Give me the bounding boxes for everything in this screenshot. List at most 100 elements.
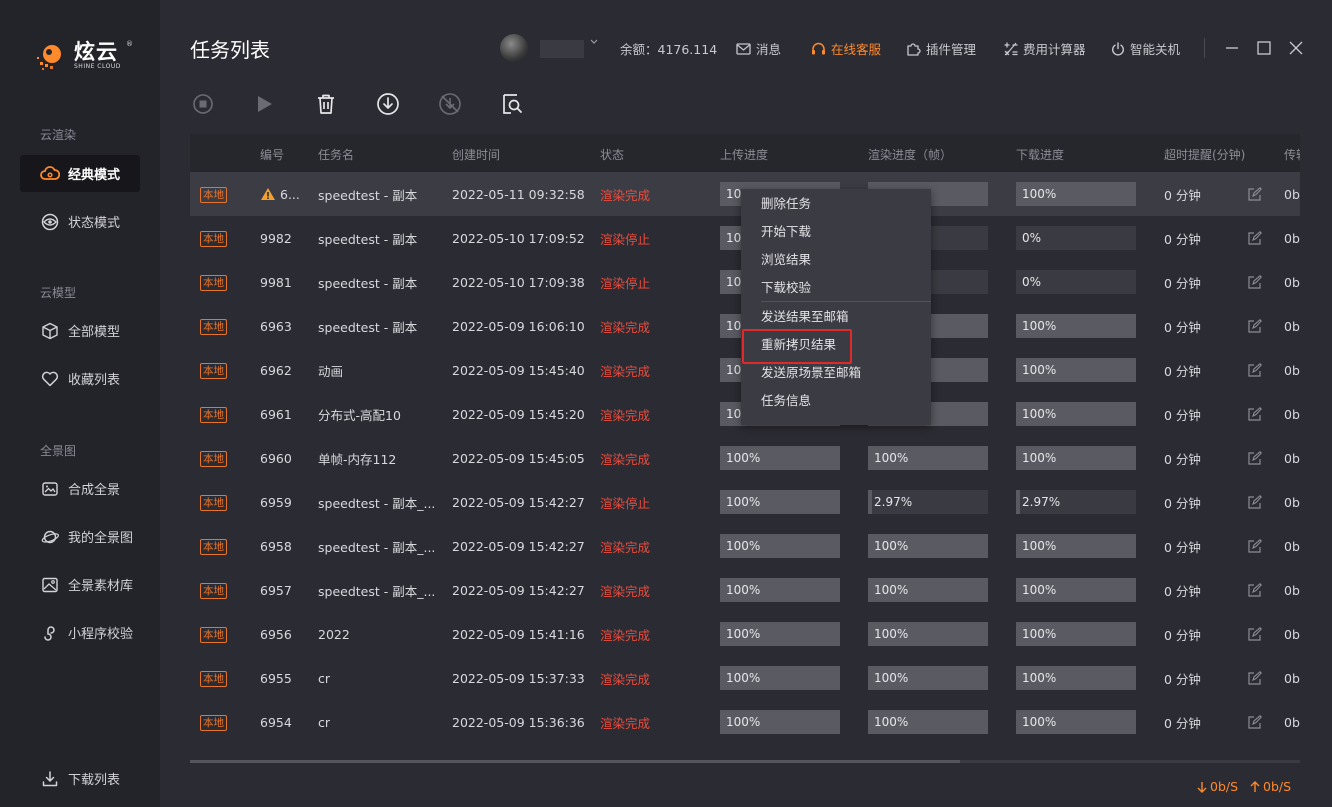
- timeout-value: 0 分钟: [1164, 187, 1201, 203]
- avatar[interactable]: [500, 34, 528, 62]
- online-service-button[interactable]: 在线客服: [811, 39, 881, 58]
- maximize-button[interactable]: [1254, 38, 1274, 58]
- sidebar-item-label: 经典模式: [68, 168, 121, 183]
- sidebar-item-favorites[interactable]: 收藏列表: [20, 360, 140, 397]
- column-header-created[interactable]: 创建时间: [452, 146, 500, 163]
- smart-shutdown-button[interactable]: 智能关机: [1111, 39, 1180, 58]
- edit-icon[interactable]: [1248, 539, 1262, 553]
- column-header-timeout[interactable]: 超时提醒(分钟): [1164, 146, 1245, 163]
- download-progress-label: 2.97%: [1022, 495, 1061, 509]
- download-circle-icon: [376, 92, 400, 116]
- task-name: speedtest - 副本_...: [318, 495, 436, 511]
- download-button[interactable]: [376, 92, 400, 116]
- upload-speed: 0b/S: [1250, 779, 1291, 794]
- sidebar-item-download-list[interactable]: 下载列表: [20, 760, 140, 797]
- menu-item-download-verify[interactable]: 下载校验: [761, 278, 811, 298]
- local-badge: 本地: [200, 407, 227, 423]
- edit-icon[interactable]: [1248, 671, 1262, 685]
- stop-download-button[interactable]: [438, 92, 462, 116]
- horizontal-scrollbar[interactable]: [190, 760, 1300, 763]
- scrollbar-thumb[interactable]: [190, 760, 960, 763]
- sidebar-item-my-panorama[interactable]: 我的全景图: [20, 518, 140, 555]
- stop-button[interactable]: [191, 92, 215, 116]
- local-badge: 本地: [200, 715, 227, 731]
- edit-icon[interactable]: [1248, 231, 1262, 245]
- minimize-button[interactable]: [1222, 38, 1242, 58]
- table-row[interactable]: 本地 6960 单帧-内存112 2022-05-09 15:45:05 渲染完成 100…: [190, 436, 1300, 480]
- sidebar-item-label: 我的全景图: [68, 531, 134, 546]
- edit-icon[interactable]: [1248, 407, 1262, 421]
- task-id: 9982: [260, 216, 310, 260]
- upload-progress-bar: 100%: [720, 710, 840, 734]
- preview-button[interactable]: [500, 92, 524, 116]
- column-header-transfer[interactable]: 传输: [1284, 146, 1300, 163]
- message-button[interactable]: 消息: [736, 39, 781, 58]
- edit-icon[interactable]: [1248, 187, 1262, 201]
- menu-item-browse-results[interactable]: 浏览结果: [761, 250, 811, 270]
- sidebar-item-classic-mode[interactable]: 经典模式: [20, 155, 140, 192]
- download-progress-fill: [1016, 490, 1020, 514]
- render-progress-label: 100%: [874, 671, 909, 685]
- table-row[interactable]: 本地 6955 cr 2022-05-09 15:37:33 渲染完成 100% 100% 1…: [190, 656, 1300, 700]
- download-progress-bar: 100%: [1016, 710, 1136, 734]
- table-row[interactable]: 本地 6954 cr 2022-05-09 15:36:36 渲染完成 100% 100% 1…: [190, 700, 1300, 744]
- fee-calculator-button[interactable]: 费用计算器: [1004, 39, 1086, 58]
- render-progress-label: 100%: [874, 539, 909, 553]
- sidebar-item-panorama-library[interactable]: 全景素材库: [20, 566, 140, 603]
- download-progress-bar: 0%: [1016, 270, 1136, 294]
- edit-icon[interactable]: [1248, 627, 1262, 641]
- edit-icon[interactable]: [1248, 319, 1262, 333]
- header-separator: [1204, 38, 1205, 58]
- column-header-download[interactable]: 下载进度: [1016, 146, 1064, 163]
- edit-icon[interactable]: [1248, 451, 1262, 465]
- column-header-status[interactable]: 状态: [600, 146, 624, 163]
- menu-item-start-download[interactable]: 开始下载: [761, 222, 811, 242]
- column-header-upload[interactable]: 上传进度: [720, 146, 768, 163]
- start-button[interactable]: [252, 92, 276, 116]
- table-row[interactable]: 本地 6956 2022 2022-05-09 15:41:16 渲染完成 100% 100…: [190, 612, 1300, 656]
- table-row[interactable]: 本地 6957 speedtest - 副本_... 2022-05-09 15:42…: [190, 568, 1300, 612]
- sidebar-item-mini-program-check[interactable]: 小程序校验: [20, 614, 140, 651]
- menu-item-send-results-email[interactable]: 发送结果至邮箱: [761, 307, 849, 327]
- timeout-value: 0 分钟: [1164, 275, 1201, 291]
- eye-icon: [40, 212, 60, 232]
- edit-icon[interactable]: [1248, 275, 1262, 289]
- balance-text: 余额：4176.114: [620, 42, 718, 57]
- edit-icon[interactable]: [1248, 715, 1262, 729]
- menu-item-recopy-results[interactable]: 重新拷贝结果: [761, 335, 836, 355]
- username-redacted[interactable]: [540, 40, 584, 58]
- menu-item-send-scene-email[interactable]: 发送原场景至邮箱: [761, 363, 861, 383]
- user-menu-chevron-icon[interactable]: [590, 39, 603, 45]
- task-id: 6963: [260, 304, 310, 348]
- page-title: 任务列表: [190, 38, 270, 62]
- plugin-manage-button[interactable]: 插件管理: [906, 39, 976, 58]
- heart-icon: [40, 369, 60, 389]
- close-button[interactable]: [1286, 38, 1306, 58]
- table-row[interactable]: 本地 6958 speedtest - 副本_... 2022-05-09 15:42…: [190, 524, 1300, 568]
- menu-item-task-info[interactable]: 任务信息: [761, 391, 811, 411]
- sidebar-item-status-mode[interactable]: 状态模式: [20, 203, 140, 240]
- menu-item-delete-task[interactable]: 删除任务: [761, 194, 811, 214]
- logo-mark-icon: [34, 38, 70, 74]
- render-progress-bar: 100%: [868, 578, 988, 602]
- mini-program-icon: [40, 623, 60, 643]
- download-progress-label: 100%: [1022, 451, 1057, 465]
- edit-icon[interactable]: [1248, 363, 1262, 377]
- logo-text-en: SHINE CLOUD: [74, 63, 121, 70]
- stop-icon: [192, 93, 214, 115]
- task-id-text: 6963: [260, 318, 292, 334]
- column-header-render[interactable]: 渲染进度（帧）: [868, 146, 952, 163]
- nav-section-cloud-render: 云渲染: [40, 128, 77, 142]
- nav-section-panorama: 全景图: [40, 444, 77, 458]
- edit-icon[interactable]: [1248, 583, 1262, 597]
- edit-icon[interactable]: [1248, 495, 1262, 509]
- table-row[interactable]: 本地 6959 speedtest - 副本_... 2022-05-09 15:42…: [190, 480, 1300, 524]
- delete-button[interactable]: [314, 92, 338, 116]
- render-progress-bar: 100%: [868, 534, 988, 558]
- column-header-id[interactable]: 编号: [260, 146, 284, 163]
- column-header-name[interactable]: 任务名: [318, 146, 354, 163]
- timeout-value: 0 分钟: [1164, 539, 1201, 555]
- sidebar-item-all-models[interactable]: 全部模型: [20, 312, 140, 349]
- sidebar-item-compose-panorama[interactable]: 合成全景: [20, 470, 140, 507]
- download-progress-bar: 0%: [1016, 226, 1136, 250]
